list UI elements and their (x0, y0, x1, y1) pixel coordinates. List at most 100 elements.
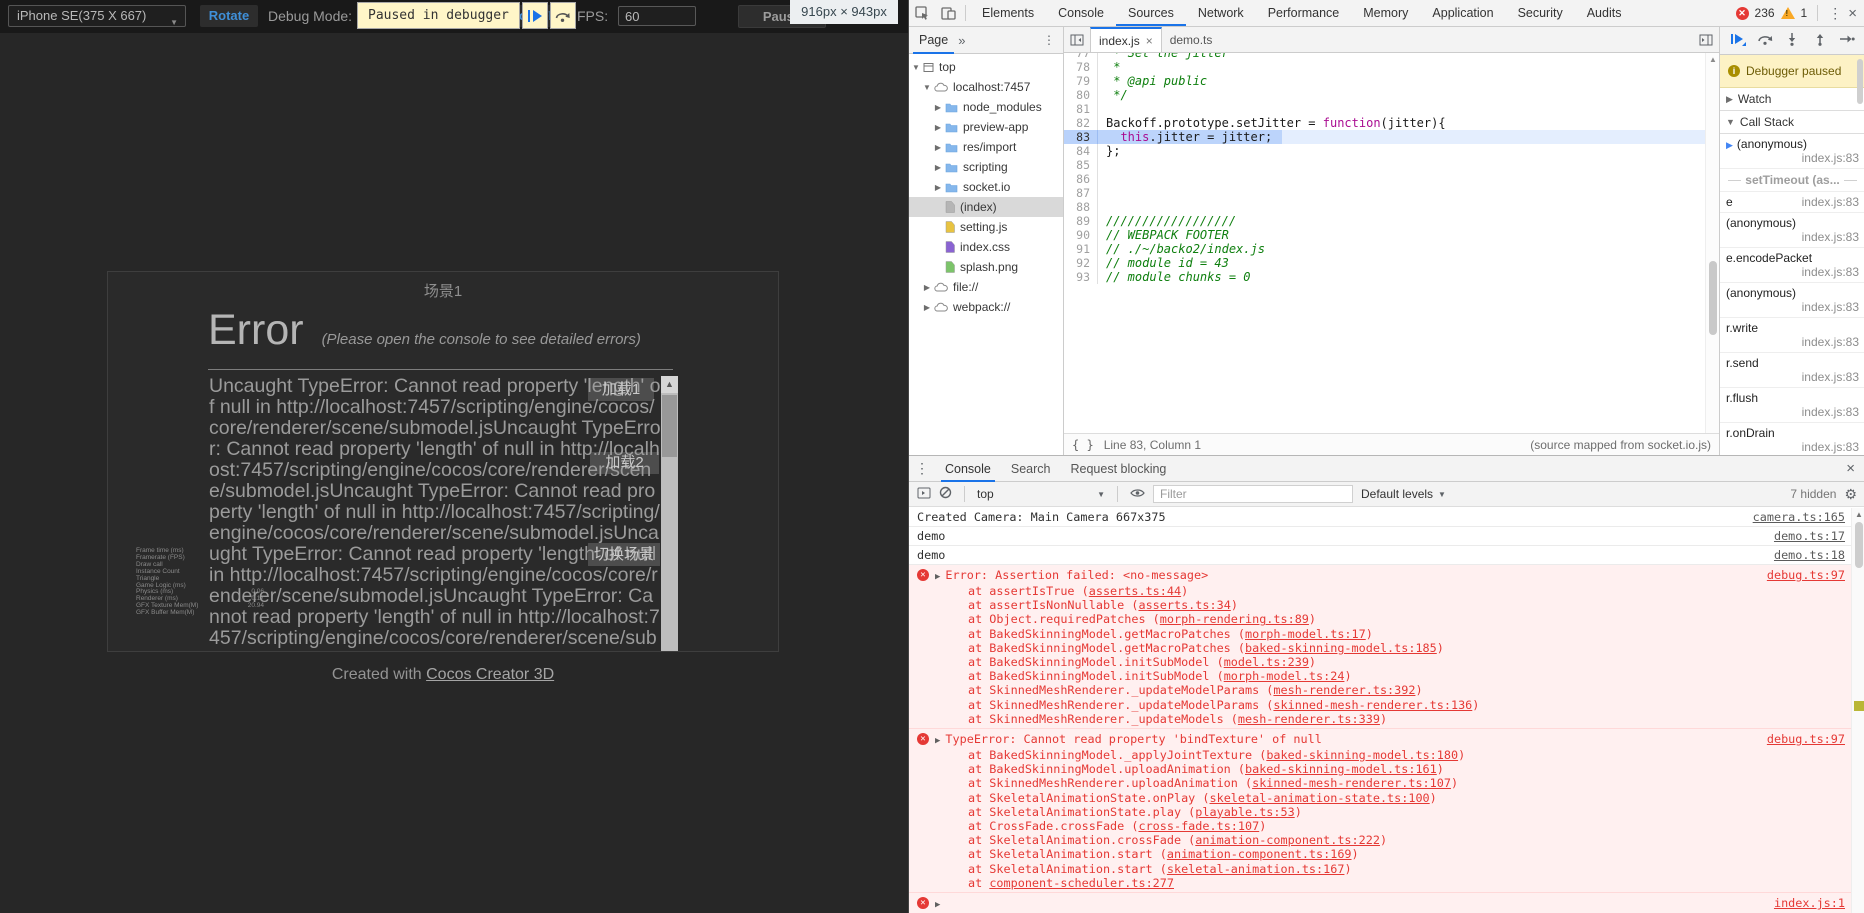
tab-memory[interactable]: Memory (1351, 0, 1420, 26)
scrollbar-thumb[interactable] (1855, 522, 1863, 568)
drawer-tab-console[interactable]: Console (935, 456, 1001, 482)
expand-icon[interactable]: ▶ (935, 570, 940, 584)
expand-icon[interactable]: ▶ (935, 734, 940, 748)
source-link[interactable]: morph-model.ts:17 (1245, 627, 1366, 641)
source-link[interactable]: baked-skinning-model.ts:161 (1245, 762, 1437, 776)
tree-item-res-import[interactable]: ▶ res/import (909, 137, 1063, 157)
call-stack-frame[interactable]: e.encodePacket index.js:83 (1720, 248, 1864, 283)
line-number[interactable]: 90 (1064, 228, 1098, 242)
scrollbar-thumb[interactable] (1709, 261, 1717, 335)
source-link[interactable]: morph-model.ts:24 (1224, 669, 1345, 683)
page-button-3[interactable]: 切换场景 (588, 543, 660, 566)
source-link[interactable]: playable.ts:53 (1195, 805, 1294, 819)
drawer-close-button[interactable]: × (1846, 460, 1864, 477)
source-link[interactable]: demo.ts:17 (1762, 530, 1845, 543)
expand-icon[interactable]: ▶ (935, 898, 940, 912)
source-link[interactable]: index.js:1 (1762, 896, 1845, 910)
source-link[interactable]: cross-fade.ts:107 (1138, 819, 1259, 833)
source-link[interactable]: skinned-mesh-renderer.ts:136 (1273, 698, 1472, 712)
pretty-print-button[interactable]: { } (1072, 438, 1094, 452)
tree-item-socket-io[interactable]: ▶ socket.io (909, 177, 1063, 197)
tree-item-localhost-7457[interactable]: ▼ localhost:7457 (909, 77, 1063, 97)
line-number[interactable]: 89 (1064, 214, 1098, 228)
hide-debugger-sidebar-button[interactable] (1693, 27, 1719, 52)
context-select[interactable]: top ▼ (977, 487, 1105, 501)
device-select[interactable]: iPhone SE(375 X 667) ▼ (8, 5, 186, 27)
warning-count[interactable]: 1 (1801, 6, 1808, 20)
call-stack-frame[interactable]: r.send index.js:83 (1720, 353, 1864, 388)
source-link[interactable]: model.ts:239 (1224, 655, 1309, 669)
tree-expander-icon[interactable]: ▼ (922, 83, 932, 92)
log-levels-select[interactable]: Default levels ▼ (1361, 487, 1446, 501)
call-stack-frame[interactable]: e index.js:83 (1720, 192, 1864, 213)
editor-tab-index-js[interactable]: index.js × (1090, 27, 1162, 52)
call-stack-frame[interactable]: (anonymous)index.js:83 (1720, 213, 1864, 248)
tab-page[interactable]: Page (909, 27, 958, 54)
resume-script-button[interactable] (521, 2, 548, 29)
tree-item-top[interactable]: ▼ top (909, 57, 1063, 77)
scrollbar-thumb[interactable] (662, 395, 677, 457)
scroll-up-icon[interactable]: ▲ (1706, 55, 1720, 64)
drawer-menu-button[interactable]: ⋮ (909, 460, 935, 477)
line-number[interactable]: 79 (1064, 74, 1098, 88)
page-button-1[interactable]: 加载1 (588, 378, 654, 401)
source-link[interactable]: morph-rendering.ts:89 (1160, 612, 1309, 626)
tree-item-setting-js[interactable]: setting.js (909, 217, 1063, 237)
tree-expander-icon[interactable]: ▶ (933, 123, 943, 132)
error-count[interactable]: 236 (1755, 6, 1775, 20)
tree-item--index-[interactable]: (index) (909, 197, 1063, 217)
line-number[interactable]: 83 (1064, 130, 1098, 144)
tree-expander-icon[interactable]: ▶ (933, 163, 943, 172)
source-link[interactable]: skeletal-animation-state.ts:100 (1209, 791, 1429, 805)
tab-security[interactable]: Security (1506, 0, 1575, 26)
line-number[interactable]: 82 (1064, 116, 1098, 130)
page-scrollbar[interactable]: ▲ (661, 376, 678, 651)
devtools-menu-button[interactable]: ⋮ (1828, 5, 1842, 22)
navigator-menu-button[interactable]: ⋮ (1043, 33, 1063, 47)
call-stack-frame[interactable]: (anonymous)index.js:83 (1720, 134, 1864, 169)
tab-audits[interactable]: Audits (1575, 0, 1634, 26)
hide-navigator-button[interactable] (1064, 27, 1090, 52)
step-out-button[interactable] (1812, 32, 1828, 49)
source-link[interactable]: demo.ts:18 (1762, 549, 1845, 562)
source-link[interactable]: animation-component.ts:169 (1167, 847, 1352, 861)
line-number[interactable]: 87 (1064, 186, 1098, 200)
tree-item-preview-app[interactable]: ▶ preview-app (909, 117, 1063, 137)
devtools-close-button[interactable]: × (1848, 5, 1857, 22)
source-link[interactable]: component-scheduler.ts:277 (989, 876, 1174, 890)
drawer-tab-request-blocking[interactable]: Request blocking (1060, 456, 1176, 482)
watch-section-header[interactable]: ▶ Watch (1720, 88, 1864, 111)
fps-input[interactable] (618, 6, 696, 26)
scroll-up-icon[interactable]: ▲ (661, 376, 678, 393)
rotate-button[interactable]: Rotate (200, 5, 258, 27)
close-tab-icon[interactable]: × (1146, 34, 1153, 48)
line-number[interactable]: 77 (1064, 53, 1098, 60)
tree-expander-icon[interactable]: ▶ (933, 183, 943, 192)
call-stack-section-header[interactable]: ▼ Call Stack (1720, 111, 1864, 134)
line-number[interactable]: 86 (1064, 172, 1098, 186)
scroll-up-icon[interactable]: ▲ (1852, 510, 1864, 519)
source-link[interactable]: debug.ts:97 (1755, 732, 1845, 746)
line-number[interactable]: 88 (1064, 200, 1098, 214)
tree-expander-icon[interactable]: ▶ (933, 103, 943, 112)
source-link[interactable]: mesh-renderer.ts:392 (1273, 683, 1415, 697)
tab-application[interactable]: Application (1420, 0, 1505, 26)
source-link[interactable]: camera.ts:165 (1741, 511, 1845, 524)
tree-item-webpack-[interactable]: ▶ webpack:// (909, 297, 1063, 317)
tree-item-file-[interactable]: ▶ file:// (909, 277, 1063, 297)
step-over-button[interactable] (1757, 32, 1773, 49)
line-number[interactable]: 84 (1064, 144, 1098, 158)
tab-console[interactable]: Console (1046, 0, 1116, 26)
line-number[interactable]: 85 (1064, 158, 1098, 172)
device-toolbar-button[interactable] (935, 0, 961, 26)
console-sidebar-toggle-button[interactable] (917, 487, 931, 502)
source-link[interactable]: debug.ts:97 (1755, 568, 1845, 582)
tab-elements[interactable]: Elements (970, 0, 1046, 26)
tree-item-scripting[interactable]: ▶ scripting (909, 157, 1063, 177)
source-link[interactable]: animation-component.ts:222 (1195, 833, 1380, 847)
tree-expander-icon[interactable]: ▶ (922, 283, 932, 292)
call-stack-frame[interactable]: r.onDrain index.js:83 (1720, 423, 1864, 455)
editor-tab-demo-ts[interactable]: demo.ts (1162, 27, 1221, 52)
console-settings-button[interactable]: ⚙ (1844, 486, 1857, 503)
call-stack-frame[interactable]: r.flush index.js:83 (1720, 388, 1864, 423)
